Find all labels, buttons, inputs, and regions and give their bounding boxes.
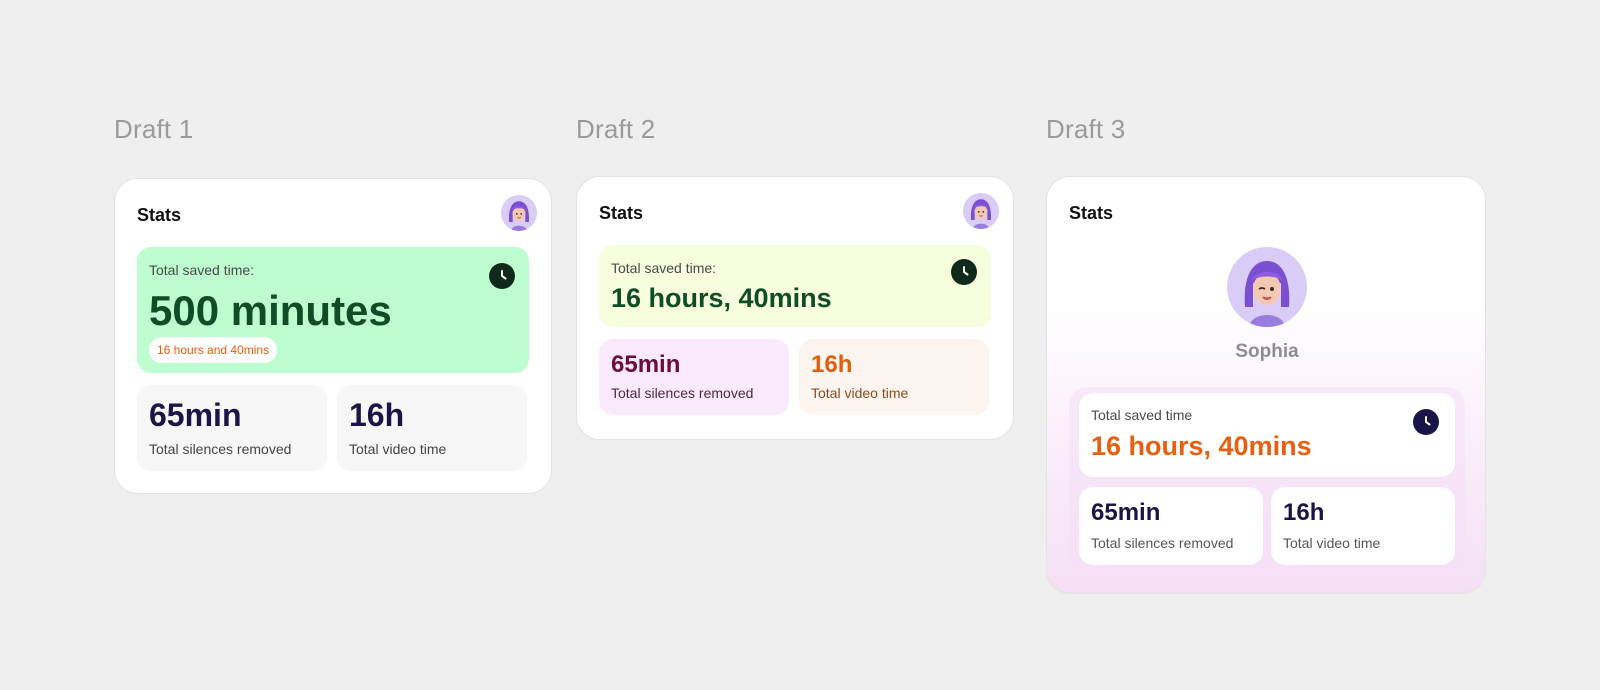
avatar[interactable]: [501, 195, 537, 231]
clock-icon: [1413, 409, 1439, 435]
video-time-value: 16h: [1283, 499, 1325, 526]
draft-1-title: Draft 1: [114, 114, 194, 144]
card-title: Stats: [137, 205, 182, 225]
user-name: Sophia: [1235, 341, 1299, 362]
saved-time-pill: 16 hours and 40mins: [149, 337, 278, 363]
silences-removed-value: 65min: [611, 351, 681, 378]
stats-card-draft-3: Stats Sophia Total saved time 16 hours, …: [1046, 176, 1486, 594]
video-time-label: Total video time: [349, 441, 447, 457]
saved-time-value: 500 minutes: [149, 287, 392, 334]
saved-time-label: Total saved time:: [611, 260, 717, 276]
stats-card-draft-2: Stats Total saved time: 16 hours, 40mins…: [576, 176, 1014, 440]
avatar[interactable]: [1227, 247, 1307, 327]
stats-card-draft-1: Stats Total saved time: 500 minutes 16 h…: [114, 178, 552, 494]
silences-removed-panel: 65min Total silences removed: [137, 385, 327, 471]
silences-removed-panel: 65min Total silences removed: [1079, 487, 1263, 565]
clock-icon: [951, 259, 977, 285]
avatar-memoji-icon: [501, 195, 537, 231]
silences-removed-label: Total silences removed: [611, 385, 754, 401]
silences-removed-label: Total silences removed: [1091, 535, 1234, 551]
silences-removed-value: 65min: [1091, 499, 1161, 526]
saved-time-label: Total saved time: [1091, 407, 1193, 423]
card-title: Stats: [1069, 203, 1114, 223]
avatar-memoji-icon: [1227, 247, 1307, 327]
clock-icon: [489, 263, 515, 289]
card-title: Stats: [599, 203, 644, 223]
silences-removed-value: 65min: [149, 397, 242, 433]
video-time-label: Total video time: [811, 385, 909, 401]
silences-removed-panel: 65min Total silences removed: [599, 339, 789, 415]
saved-time-label: Total saved time:: [149, 262, 255, 278]
saved-time-value: 16 hours, 40mins: [611, 283, 832, 313]
draft-2-title: Draft 2: [576, 114, 656, 144]
saved-time-panel: Total saved time: 16 hours, 40mins: [599, 245, 991, 327]
avatar-memoji-icon: [963, 193, 999, 229]
draft-3-title: Draft 3: [1046, 114, 1126, 144]
silences-removed-label: Total silences removed: [149, 441, 292, 457]
saved-time-value: 16 hours, 40mins: [1091, 431, 1312, 461]
video-time-value: 16h: [811, 351, 853, 378]
avatar[interactable]: [963, 193, 999, 229]
saved-time-panel: Total saved time: 500 minutes 16 hours a…: [137, 247, 529, 373]
video-time-panel: 16h Total video time: [1271, 487, 1455, 565]
video-time-panel: 16h Total video time: [799, 339, 989, 415]
video-time-value: 16h: [349, 397, 405, 433]
video-time-label: Total video time: [1283, 535, 1381, 551]
video-time-panel: 16h Total video time: [337, 385, 527, 471]
saved-time-panel: Total saved time 16 hours, 40mins: [1079, 393, 1455, 477]
